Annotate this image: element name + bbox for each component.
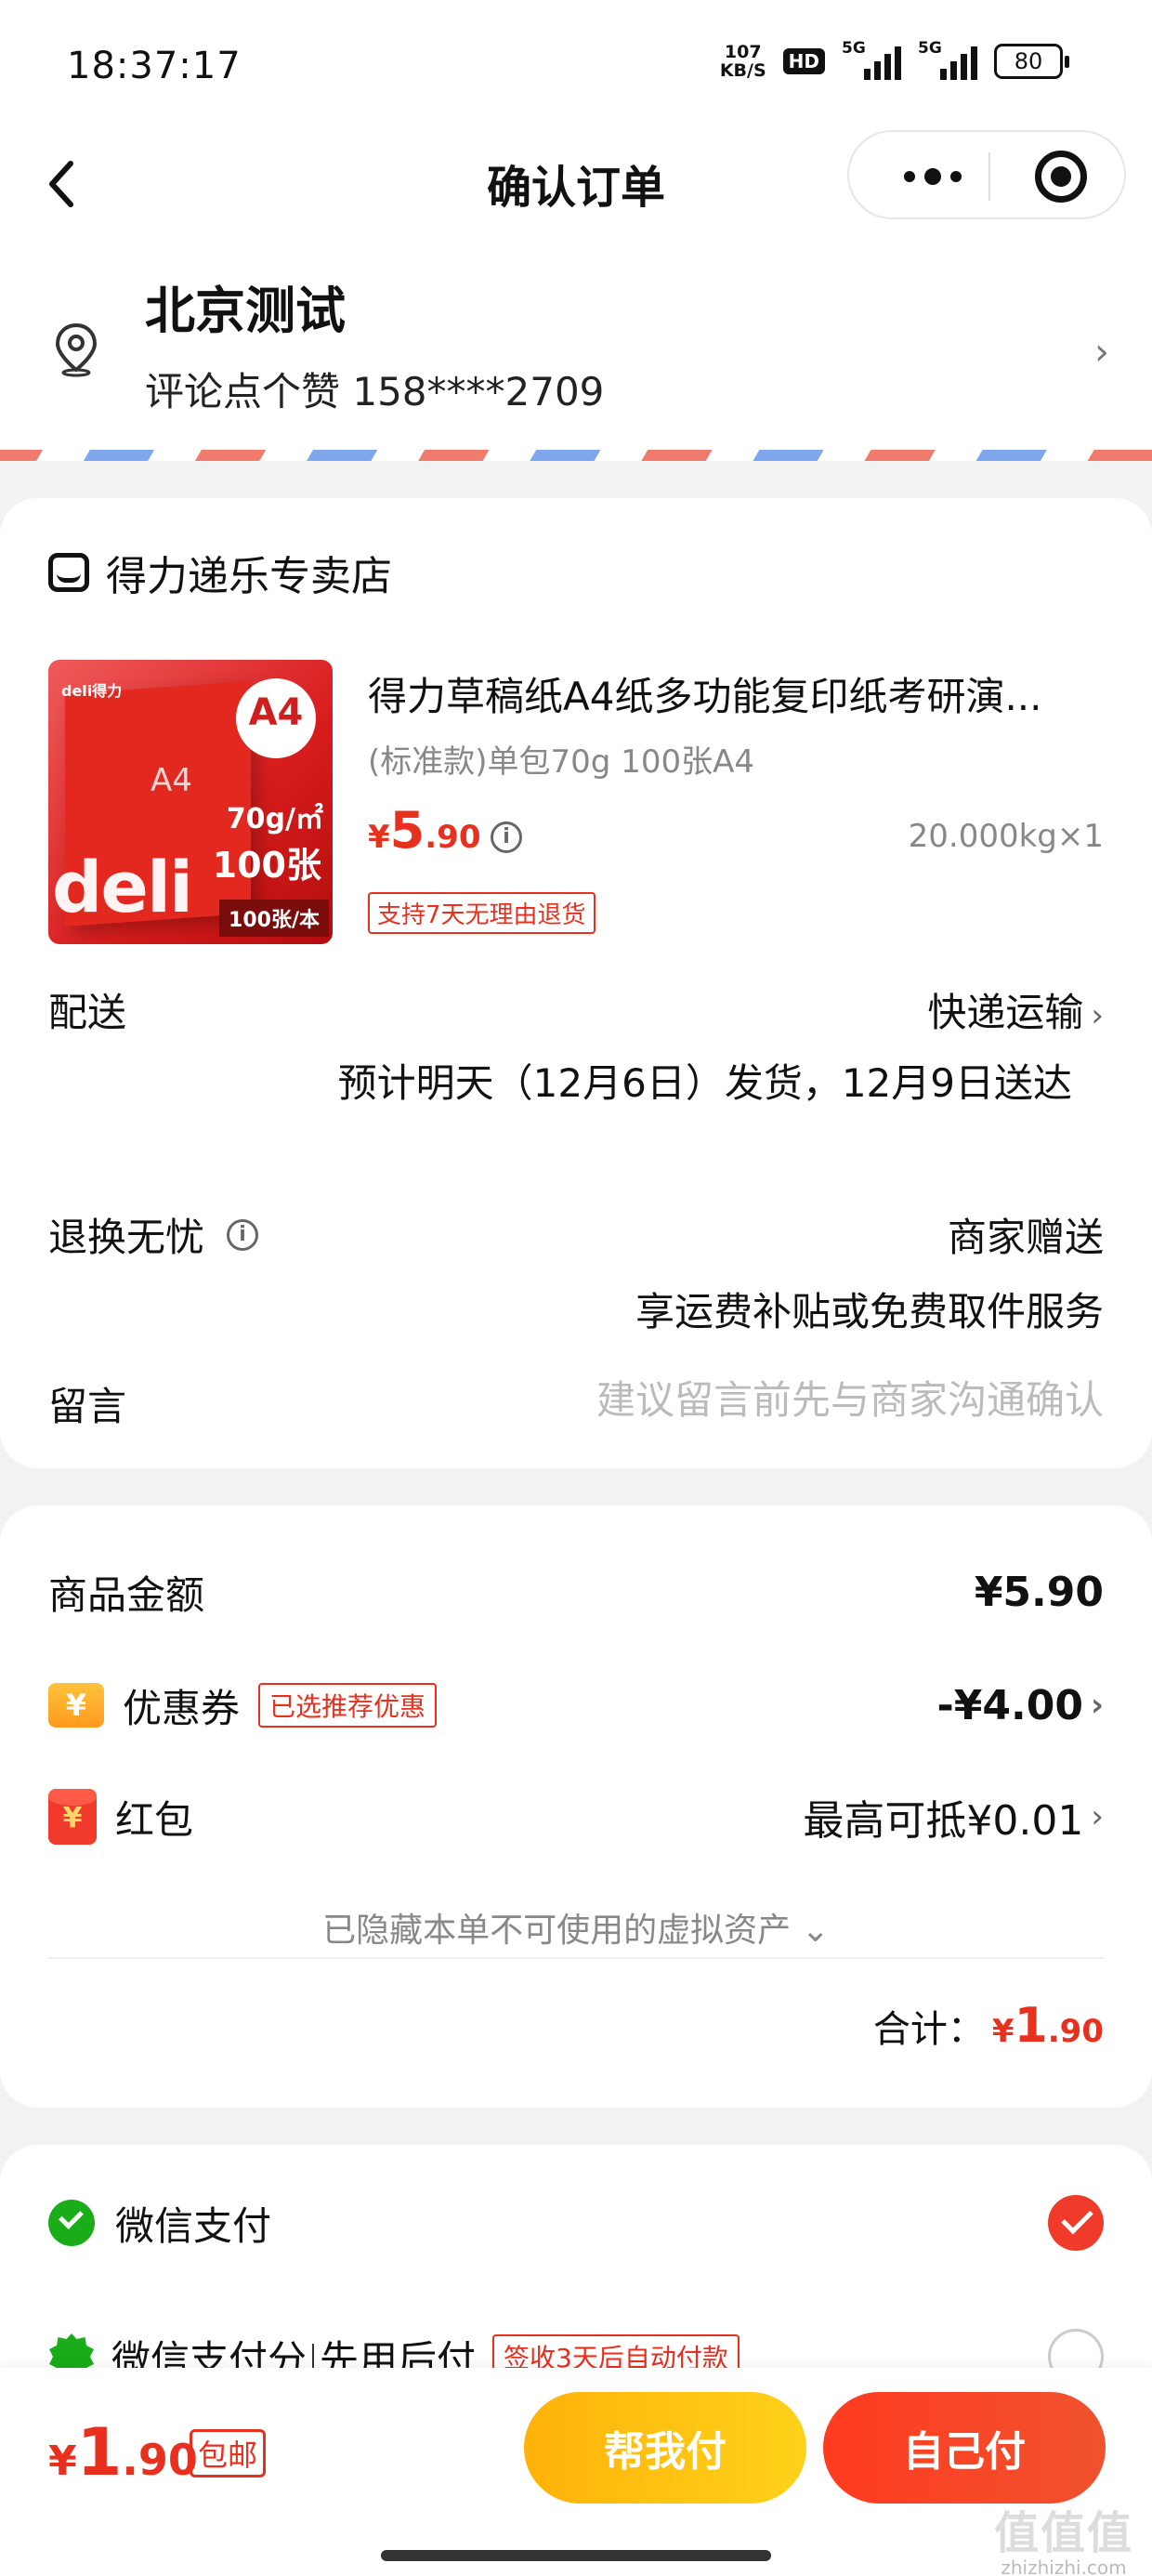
red-packet-icon: ¥	[48, 1789, 97, 1845]
help-me-pay-button[interactable]: 帮我付	[524, 2392, 806, 2504]
close-target-icon[interactable]	[1035, 151, 1087, 203]
redpacket-label: 红包	[115, 1796, 194, 1843]
store-header[interactable]: 得力递乐专卖店	[48, 543, 392, 602]
bottom-total-price: ¥ 1 .90	[48, 2414, 198, 2491]
more-dots-icon[interactable]	[886, 156, 979, 197]
redpacket-value: 最高可抵¥0.01 ›	[803, 1797, 1104, 1845]
nav-bar: 确认订单	[0, 130, 1152, 251]
order-store-card: 得力递乐专卖店 deli得力 A4 A4 70g/㎡ 100张 deli 100…	[0, 498, 1152, 1468]
returns-label: 退换无忧	[48, 1215, 205, 1260]
redpacket-row[interactable]: ¥ 红包 最高可抵¥0.01 ›	[48, 1784, 1104, 1849]
product-brand: deli得力	[61, 682, 123, 700]
product-a4-badge: A4	[236, 678, 316, 758]
coupon-row[interactable]: ¥ 优惠券 已选推荐优惠 -¥4.00 ›	[48, 1673, 1104, 1738]
product-title[interactable]: 得力草稿纸A4纸多功能复印纸考研演...	[368, 665, 1111, 722]
delivery-method[interactable]: 快递运输 ›	[927, 981, 1104, 1038]
product-spec: (标准款)单包70g 100张A4	[368, 743, 754, 781]
return-policy-badge: 支持7天无理由退货	[368, 892, 596, 934]
signal-icon-2: 5G	[918, 39, 977, 80]
returns-value: 商家赠送	[947, 1215, 1104, 1260]
product-weight-qty: 20.000kg×1	[908, 818, 1104, 855]
watermark: 值值值 zhizhizhi.com	[993, 2507, 1133, 2576]
coupon-value: -¥4.00 ›	[936, 1681, 1104, 1729]
location-pin-icon	[55, 322, 98, 377]
amount-card: 商品金额 ¥5.90 ¥ 优惠券 已选推荐优惠 -¥4.00 › ¥ 红包 最高可…	[0, 1505, 1152, 2108]
status-time: 18:37:17	[67, 45, 242, 87]
returns-row: 退换无忧 i	[48, 1206, 259, 1263]
radio-checked-icon[interactable]	[1048, 2195, 1104, 2251]
product-gsm: 70g/㎡	[226, 803, 323, 835]
goods-amount-label: 商品金额	[48, 1571, 205, 1618]
product-a4-text: A4	[151, 762, 192, 799]
total-price: ¥ 1 .90	[991, 1998, 1104, 2054]
network-speed: 107 KB/S	[719, 42, 766, 81]
returns-desc: 享运费补贴或免费取件服务	[635, 1289, 1104, 1334]
recipient-name: 北京测试	[145, 282, 346, 340]
chevron-right-icon: ›	[1091, 997, 1104, 1034]
hd-icon: HD	[782, 48, 825, 74]
order-total: 合计： ¥ 1 .90	[873, 1998, 1104, 2054]
free-shipping-badge: 包邮	[190, 2429, 267, 2477]
store-name: 得力递乐专卖店	[106, 553, 392, 600]
battery-icon: 80	[994, 44, 1069, 79]
chevron-down-icon: ⌄	[801, 1912, 830, 1950]
recipient-contact: 评论点个赞 158****2709	[145, 369, 605, 414]
home-indicator[interactable]	[381, 2550, 771, 2561]
product-image[interactable]: deli得力 A4 A4 70g/㎡ 100张 deli 100张/本	[48, 660, 333, 944]
goods-amount-value: ¥5.90	[974, 1568, 1104, 1616]
product-price: ¥ 5 .90	[368, 801, 481, 860]
signal-icon: 5G	[842, 39, 901, 80]
message-input[interactable]	[435, 1372, 1104, 1427]
returns-info-icon[interactable]: i	[227, 1218, 259, 1251]
delivery-label: 配送	[48, 990, 127, 1035]
capsule-divider	[988, 152, 990, 201]
bottom-action-bar: ¥ 1 .90 包邮 帮我付 自己付	[0, 2368, 1152, 2576]
chevron-right-icon: ›	[1094, 331, 1109, 374]
price-info-icon[interactable]: i	[491, 821, 522, 853]
address-card[interactable]: 北京测试 评论点个赞 158****2709 ›	[0, 251, 1152, 461]
goods-amount-row: 商品金额 ¥5.90	[48, 1559, 1104, 1624]
hidden-assets-toggle[interactable]: 已隐藏本单不可使用的虚拟资产 ⌄	[0, 1903, 1152, 1952]
store-icon	[48, 553, 89, 592]
status-icons: 107 KB/S HD 5G 5G 80	[719, 39, 1069, 81]
coupon-tag: 已选推荐优惠	[258, 1683, 438, 1728]
product-logo: deli	[52, 846, 193, 928]
pay-option-wechat[interactable]: 微信支付	[48, 2186, 1104, 2260]
chevron-right-icon: ›	[1091, 1798, 1104, 1835]
coupon-icon: ¥	[48, 1683, 104, 1728]
status-bar: 18:37:17 107 KB/S HD 5G 5G 80	[0, 0, 1152, 130]
wechat-pay-label: 微信支付	[115, 2202, 272, 2249]
product-tag: 100张/本	[219, 900, 329, 937]
message-label: 留言	[48, 1384, 127, 1429]
delivery-estimate: 预计明天（12月6日）发货，12月9日送达	[337, 1060, 1072, 1106]
product-count: 100张	[212, 845, 321, 886]
miniapp-capsule	[847, 130, 1126, 219]
envelope-stripe	[0, 450, 1152, 461]
total-label: 合计：	[872, 2008, 985, 2051]
wechat-pay-icon	[48, 2200, 95, 2246]
pay-myself-button[interactable]: 自己付	[823, 2392, 1106, 2504]
chevron-right-icon: ›	[1090, 1687, 1104, 1724]
divider	[48, 1957, 1104, 1959]
coupon-label: 优惠券	[123, 1685, 241, 1731]
